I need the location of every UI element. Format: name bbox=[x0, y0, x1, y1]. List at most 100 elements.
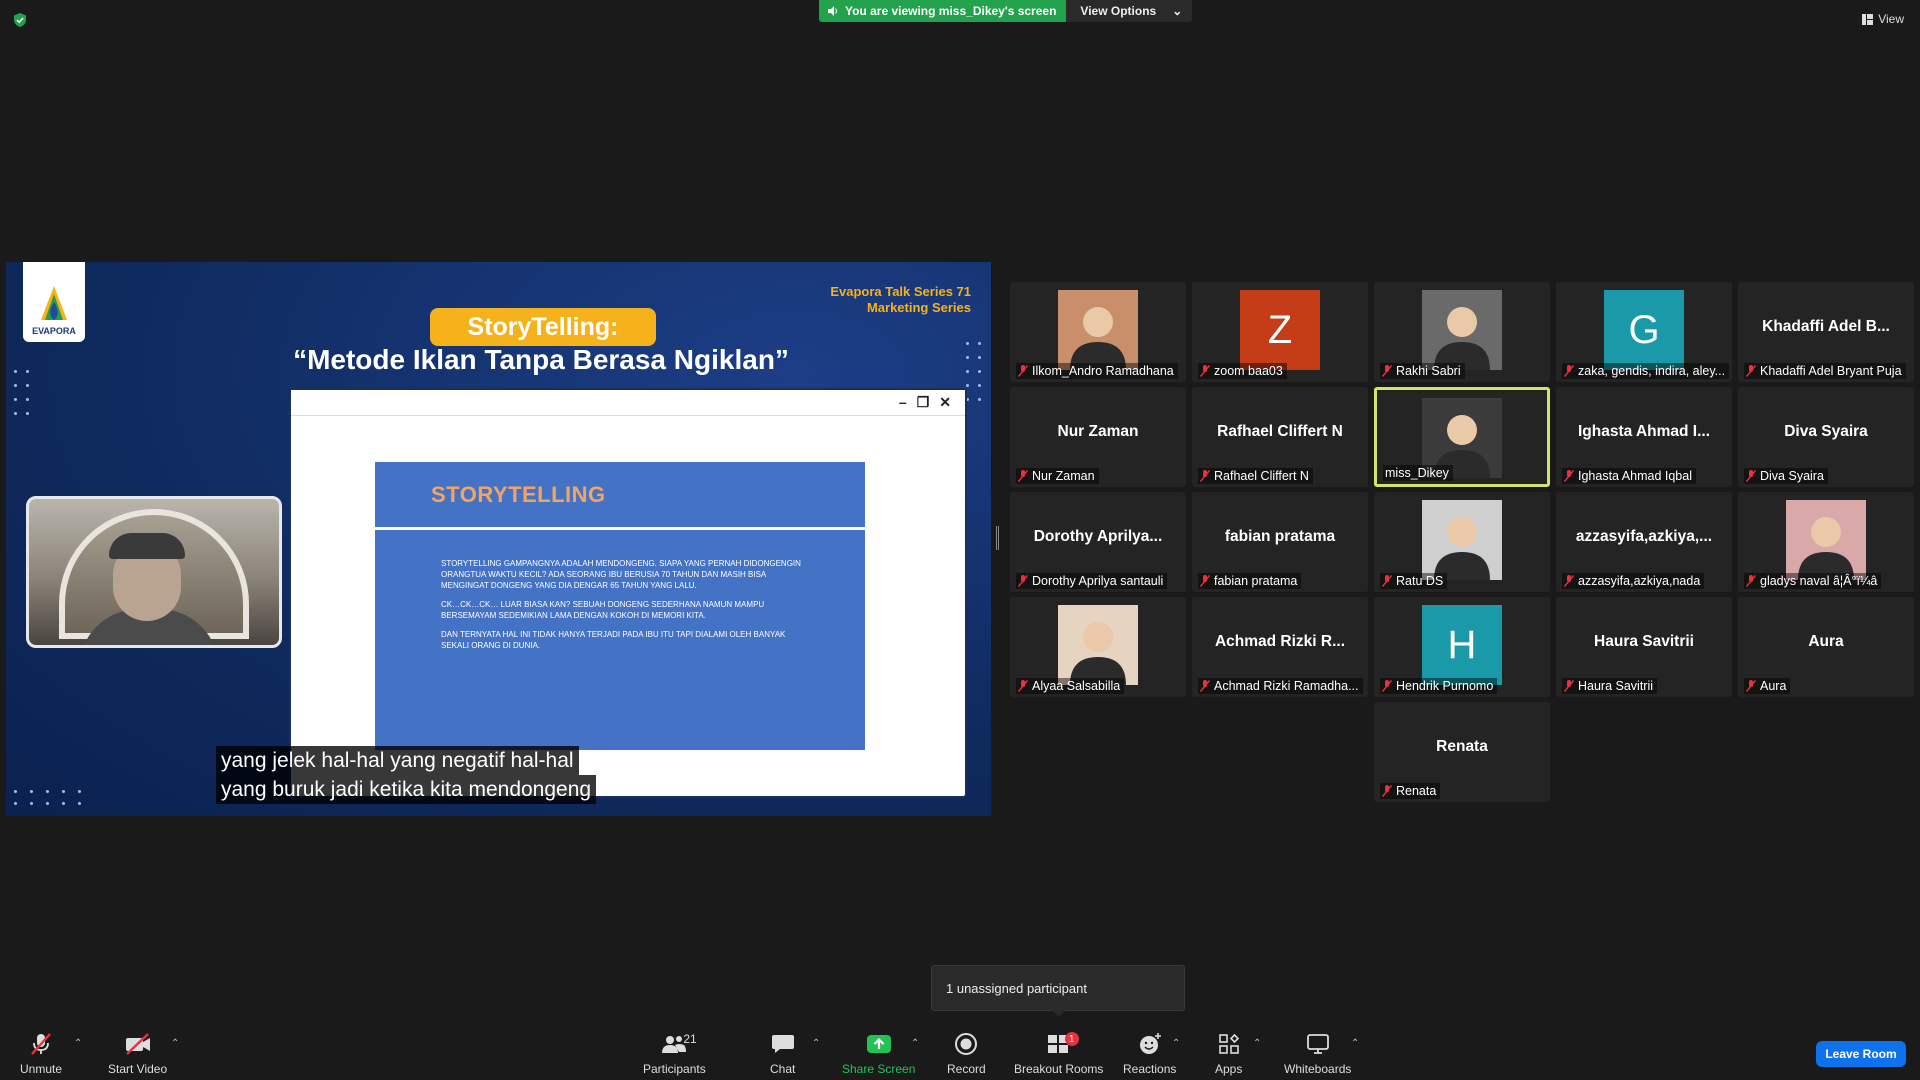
share-screen-button[interactable]: Share Screen bbox=[842, 1030, 915, 1076]
close-icon: ✕ bbox=[939, 394, 951, 410]
series-line-2: Marketing Series bbox=[866, 300, 971, 315]
participant-name: Renata bbox=[1396, 784, 1437, 798]
embedded-presentation-window: – ❐ ✕ STORYTELLING STORYTELLING GAMPANGN… bbox=[289, 388, 967, 798]
shared-screen[interactable]: EVAPORA Evapora Talk Series 71 Marketing… bbox=[6, 262, 991, 816]
participant-tile[interactable]: Gzaka, gendis, indira, aley... bbox=[1556, 282, 1732, 382]
caption-line-2: yang buruk jadi ketika kita mendongeng bbox=[216, 775, 597, 804]
participant-tile[interactable]: Achmad Rizki R... Achmad Rizki Ramadha... bbox=[1192, 597, 1368, 697]
participant-display-name: azzasyifa,azkiya,... bbox=[1575, 528, 1713, 545]
participant-name: miss_Dikey bbox=[1385, 466, 1449, 480]
record-button[interactable]: Record bbox=[947, 1030, 986, 1076]
series-label: Evapora Talk Series 71 Marketing Series bbox=[830, 284, 971, 316]
participant-tile[interactable]: Rakhi Sabri bbox=[1374, 282, 1550, 382]
participant-tile[interactable]: Khadaffi Adel B... Khadaffi Adel Bryant P… bbox=[1738, 282, 1914, 382]
storytelling-slide: STORYTELLING STORYTELLING GAMPANGNYA ADA… bbox=[375, 462, 865, 750]
share-options-caret[interactable]: ⌃ bbox=[911, 1038, 919, 1049]
participant-name: Ilkom_Andro Ramadhana bbox=[1032, 364, 1174, 378]
participant-name-label: Aura bbox=[1744, 678, 1791, 694]
participant-tile[interactable]: Ratu DS bbox=[1374, 492, 1550, 592]
participant-name: Haura Savitrii bbox=[1578, 679, 1654, 693]
participant-name-label: Rafhael Cliffert N bbox=[1198, 468, 1313, 484]
audio-options-caret[interactable]: ⌃ bbox=[74, 1038, 82, 1049]
participants-button[interactable]: 21 Participants bbox=[643, 1030, 706, 1076]
participant-tile[interactable]: fabian pratama fabian pratama bbox=[1192, 492, 1368, 592]
participant-display-name: Nur Zaman bbox=[1057, 423, 1139, 440]
reactions-button[interactable]: Reactions bbox=[1123, 1030, 1176, 1076]
zoom-meeting-window: You are viewing miss_Dikey's screen View… bbox=[0, 0, 1920, 1080]
flame-logo-icon bbox=[41, 286, 67, 320]
tooltip-arrow bbox=[1052, 1010, 1066, 1017]
participant-tile[interactable]: miss_Dikey bbox=[1374, 387, 1550, 487]
participant-tile[interactable]: Ilkom_Andro Ramadhana bbox=[1010, 282, 1186, 382]
participant-tile[interactable]: Dorothy Aprilya... Dorothy Aprilya santau… bbox=[1010, 492, 1186, 592]
participant-name-label: Ighasta Ahmad Iqbal bbox=[1562, 468, 1696, 484]
avatar-photo bbox=[1422, 290, 1502, 370]
whiteboards-label: Whiteboards bbox=[1284, 1062, 1352, 1076]
participant-name: Rakhi Sabri bbox=[1396, 364, 1461, 378]
mic-muted-icon bbox=[1746, 470, 1756, 482]
mic-muted-icon bbox=[1564, 575, 1574, 587]
participant-tile[interactable]: Haura Savitrii Haura Savitrii bbox=[1556, 597, 1732, 697]
viewing-screen-indicator: You are viewing miss_Dikey's screen bbox=[819, 0, 1067, 22]
meeting-toolbar: Unmute ⌃ Start Video ⌃ 21 Participants C… bbox=[0, 1026, 1920, 1080]
mic-muted-icon bbox=[1564, 365, 1574, 377]
viewing-text: You are viewing miss_Dikey's screen bbox=[845, 4, 1057, 18]
participant-name-label: Ratu DS bbox=[1380, 573, 1448, 589]
presenter-webcam bbox=[26, 496, 282, 648]
whiteboards-options-caret[interactable]: ⌃ bbox=[1351, 1038, 1359, 1049]
participant-tile[interactable]: Nur Zaman Nur Zaman bbox=[1010, 387, 1186, 487]
participant-tile[interactable]: H Hendrik Purnomo bbox=[1374, 597, 1550, 697]
mic-muted-icon bbox=[1018, 575, 1028, 587]
breakout-rooms-label: Breakout Rooms bbox=[1014, 1062, 1104, 1076]
unmute-button[interactable]: Unmute bbox=[20, 1030, 62, 1076]
apps-options-caret[interactable]: ⌃ bbox=[1253, 1038, 1261, 1049]
participant-tile[interactable]: Diva Syaira Diva Syaira bbox=[1738, 387, 1914, 487]
participant-name: Rafhael Cliffert N bbox=[1214, 469, 1309, 483]
participant-name-label: Rakhi Sabri bbox=[1380, 363, 1465, 379]
participant-display-name: Dorothy Aprilya... bbox=[1033, 528, 1163, 545]
unassigned-participant-tooltip[interactable]: 1 unassigned participant bbox=[931, 965, 1185, 1011]
participant-name-label: miss_Dikey bbox=[1383, 465, 1453, 481]
participant-tile[interactable]: gladys naval â¦Â°ï¼â bbox=[1738, 492, 1914, 592]
view-button[interactable]: View bbox=[1862, 12, 1904, 26]
participant-tile[interactable]: Zzoom baa03 bbox=[1192, 282, 1368, 382]
participant-name: gladys naval â¦Â°ï¼â bbox=[1760, 574, 1878, 588]
participant-tile[interactable]: Alyaa Salsabilla bbox=[1010, 597, 1186, 697]
breakout-rooms-button[interactable]: 1 Breakout Rooms bbox=[1014, 1030, 1103, 1076]
mic-muted-icon bbox=[1746, 575, 1756, 587]
restore-icon: ❐ bbox=[916, 394, 930, 410]
participant-tile[interactable]: Aura Aura bbox=[1738, 597, 1914, 697]
apps-button[interactable]: Apps bbox=[1215, 1030, 1242, 1076]
unmute-label: Unmute bbox=[20, 1062, 63, 1076]
security-shield-icon[interactable] bbox=[12, 12, 28, 28]
chat-options-caret[interactable]: ⌃ bbox=[812, 1038, 820, 1049]
view-options-label: View Options bbox=[1080, 4, 1157, 18]
participant-tile[interactable]: Rafhael Cliffert N Rafhael Cliffert N bbox=[1192, 387, 1368, 487]
video-options-caret[interactable]: ⌃ bbox=[171, 1038, 179, 1049]
avatar-letter: H bbox=[1422, 605, 1502, 685]
mic-muted-icon bbox=[1382, 785, 1392, 797]
chat-button[interactable]: Chat bbox=[770, 1030, 795, 1076]
participant-name-label: fabian pratama bbox=[1198, 573, 1302, 589]
participant-display-name: Ighasta Ahmad I... bbox=[1577, 423, 1711, 440]
view-options-button[interactable]: View Options ⌄ bbox=[1066, 0, 1193, 22]
participant-tile[interactable]: Ighasta Ahmad I... Ighasta Ahmad Iqbal bbox=[1556, 387, 1732, 487]
avatar-letter: Z bbox=[1240, 290, 1320, 370]
record-icon bbox=[955, 1033, 978, 1055]
participant-tile[interactable]: azzasyifa,azkiya,... azzasyifa,azkiya,nad… bbox=[1556, 492, 1732, 592]
avatar-photo bbox=[1058, 605, 1138, 685]
start-video-button[interactable]: Start Video bbox=[108, 1030, 167, 1076]
leave-room-button[interactable]: Leave Room bbox=[1816, 1041, 1906, 1067]
participant-name: Diva Syaira bbox=[1760, 469, 1824, 483]
reactions-options-caret[interactable]: ⌃ bbox=[1172, 1038, 1180, 1049]
participant-name: azzasyifa,azkiya,nada bbox=[1578, 574, 1701, 588]
participant-name: Dorothy Aprilya santauli bbox=[1032, 574, 1164, 588]
participant-name: zaka, gendis, indira, aley... bbox=[1578, 364, 1726, 378]
splitter-handle[interactable] bbox=[996, 526, 999, 550]
mic-muted-icon bbox=[1382, 680, 1392, 692]
participant-name-label: zaka, gendis, indira, aley... bbox=[1562, 363, 1730, 379]
whiteboards-button[interactable]: Whiteboards bbox=[1284, 1030, 1351, 1076]
evapora-logo: EVAPORA bbox=[23, 262, 85, 342]
record-label: Record bbox=[947, 1062, 986, 1076]
participant-tile[interactable]: Renata Renata bbox=[1374, 702, 1550, 802]
